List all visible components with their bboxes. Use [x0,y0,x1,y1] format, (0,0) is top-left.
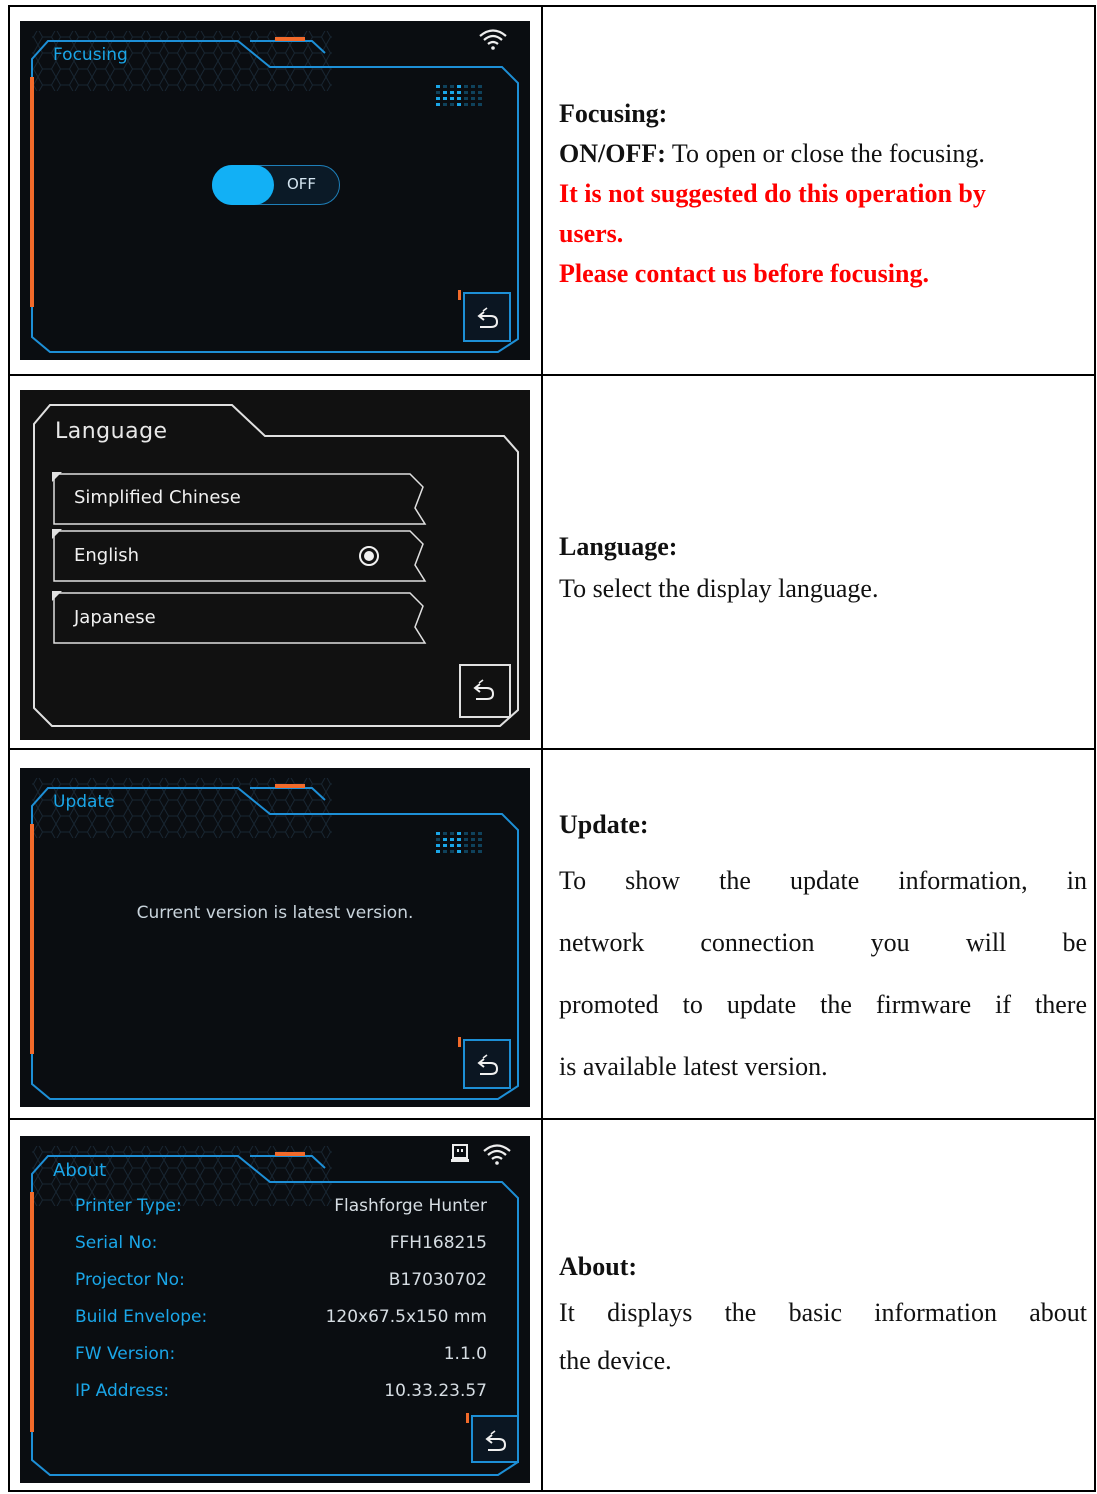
screen-title: Focusing [53,45,128,65]
back-arrow-icon [485,1430,507,1451]
about-heading: About: [559,1252,638,1281]
about-value: B17030702 [388,1270,487,1290]
table-row-divider [8,1118,1095,1120]
back-button[interactable] [459,664,511,718]
about-value: 1.1.0 [443,1344,487,1364]
back-arrow-icon [477,307,499,328]
table-border-left [8,5,10,1492]
table-row-divider [8,748,1095,750]
back-button[interactable] [471,1415,519,1463]
back-arrow-icon [477,1054,499,1075]
focusing-warning-line-3: Please contact us before focusing. [559,259,929,288]
about-key: Printer Type: [75,1196,182,1216]
update-text-line: is available latest version. [559,1052,828,1081]
about-description: About: It displays the basic information… [559,1245,1087,1385]
wifi-icon [479,29,507,50]
update-screen: Update Current version is latest version… [20,768,530,1107]
usb-icon [451,1144,469,1162]
about-row-build-envelope: Build Envelope: 120x67.5x150 mm [75,1307,487,1335]
update-text-line: network connection you will be [559,928,1087,957]
update-text-line: To show the update information, in [559,866,1087,895]
about-value: FFH168215 [389,1233,487,1253]
focusing-toggle[interactable]: OFF [212,165,340,205]
about-value: 10.33.23.57 [384,1381,487,1401]
focusing-screen: Focusing OFF [20,21,530,360]
about-row-fw-version: FW Version: 1.1.0 [75,1344,487,1372]
language-description: Language: To select the display language… [559,526,878,610]
update-text-line: promoted to update the firmware if there [559,990,1087,1019]
toggle-label: OFF [287,175,317,193]
about-row-ip-address: IP Address: 10.33.23.57 [75,1381,487,1409]
about-key: Build Envelope: [75,1307,208,1327]
about-row-serial-no: Serial No: FFH168215 [75,1233,487,1261]
focusing-onoff-line: ON/OFF: To open or close the focusing. [559,139,985,168]
about-value: 120x67.5x150 mm [325,1307,487,1327]
table-border-bottom [8,1490,1095,1492]
focusing-heading: Focusing: [559,99,668,128]
back-button[interactable] [463,1039,511,1089]
language-option-japanese[interactable]: Japanese [74,607,156,628]
screen-title: About [53,1160,107,1181]
about-row-projector-no: Projector No: B17030702 [75,1270,487,1298]
about-screen: About Printer Type: Flashforge Hunter Se… [20,1136,530,1483]
about-key: Projector No: [75,1270,185,1290]
update-heading: Update: [559,810,649,839]
about-row-printer-type: Printer Type: Flashforge Hunter [75,1196,487,1224]
back-button[interactable] [463,292,511,342]
screen-title: Language [55,419,168,444]
language-screen: Language Simplified Chinese English Japa… [20,390,530,740]
update-status-message: Current version is latest version. [136,903,414,923]
back-arrow-icon [473,679,495,700]
about-text-line: the device. [559,1346,672,1375]
focusing-description: Focusing: ON/OFF: To open or close the f… [559,94,986,294]
language-option-english[interactable]: English [74,545,139,566]
about-key: Serial No: [75,1233,158,1253]
table-row-divider [8,374,1095,376]
focusing-warning-line-1: It is not suggested do this operation by [559,179,986,208]
update-description: Update: To show the update information, … [559,800,1087,1098]
about-key: IP Address: [75,1381,170,1401]
screen-title: Update [53,792,115,812]
table-column-divider [541,5,543,1492]
wifi-icon [483,1144,511,1165]
language-text: To select the display language. [559,574,879,603]
about-key: FW Version: [75,1344,176,1364]
about-text-line: It displays the basic information about [559,1298,1087,1327]
focusing-warning-line-2: users. [559,219,624,248]
table-border-right [1094,5,1096,1492]
language-heading: Language: [559,532,678,561]
about-value: Flashforge Hunter [334,1196,487,1216]
language-option-simplified-chinese[interactable]: Simplified Chinese [74,487,241,508]
toggle-knob [212,165,274,205]
table-border-top [8,5,1095,7]
